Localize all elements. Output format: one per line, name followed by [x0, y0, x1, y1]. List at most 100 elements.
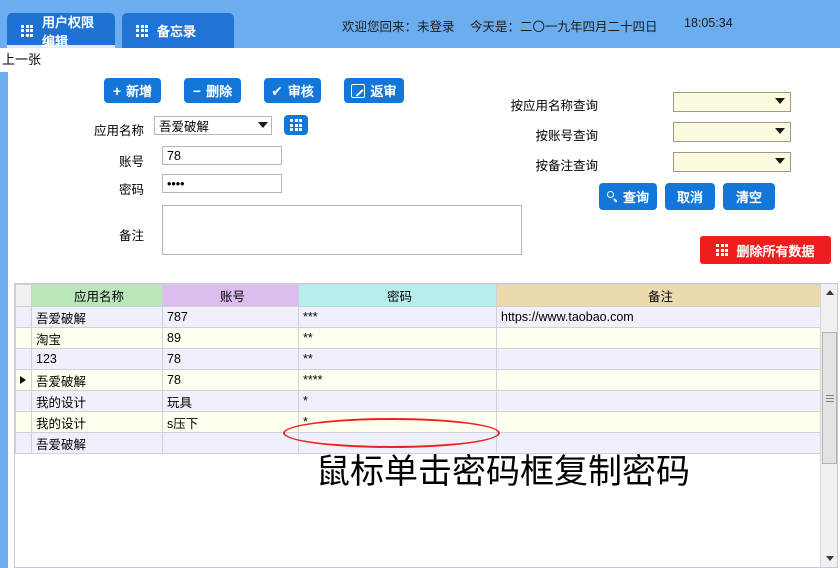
table-row[interactable]: 吾爱破解 787 *** https://www.taobao.com	[15, 306, 821, 328]
cell-memo[interactable]	[496, 327, 821, 349]
edit-pencil-icon	[351, 83, 366, 98]
column-header-memo[interactable]: 备注	[496, 284, 821, 307]
delete-all-data-button[interactable]: 删除所有数据	[700, 236, 831, 264]
welcome-text: 欢迎您回来：未登录	[342, 20, 455, 34]
column-header-password[interactable]: 密码	[298, 284, 497, 307]
clear-button[interactable]: 清空	[723, 183, 775, 210]
cell-account[interactable]: 玩具	[162, 390, 299, 412]
column-header-app-name[interactable]: 应用名称	[31, 284, 163, 307]
row-marker-cell	[15, 348, 32, 370]
add-button[interactable]: + 新增	[104, 78, 161, 103]
memo-label: 备注	[118, 229, 144, 243]
query-by-account-select[interactable]	[673, 122, 791, 142]
cell-account[interactable]: 78	[162, 348, 299, 370]
password-label: 密码	[118, 183, 144, 197]
cell-app[interactable]: 我的设计	[31, 390, 163, 412]
row-marker-cell	[15, 390, 32, 412]
table-row[interactable]: 淘宝 89 **	[15, 327, 821, 349]
cell-app[interactable]: 123	[31, 348, 163, 370]
cell-memo[interactable]	[496, 369, 821, 391]
password-input[interactable]	[162, 174, 282, 193]
vertical-scrollbar[interactable]	[820, 284, 837, 567]
tab-memo[interactable]: 备忘录	[122, 13, 234, 48]
cell-memo[interactable]	[496, 348, 821, 370]
cell-password[interactable]: *	[298, 411, 497, 433]
cell-app[interactable]: 淘宝	[31, 327, 163, 349]
check-icon: ✔	[271, 82, 283, 99]
cell-memo[interactable]	[496, 390, 821, 412]
plus-icon: +	[112, 82, 122, 99]
row-marker-cell	[15, 432, 32, 454]
search-button[interactable]: 查询	[599, 183, 657, 210]
query-by-account-label: 按账号查询	[535, 129, 598, 143]
unaudit-button[interactable]: 返审	[344, 78, 404, 103]
column-header-marker[interactable]	[15, 284, 32, 307]
account-input[interactable]	[162, 146, 282, 165]
data-grid: 应用名称 账号 密码 备注 吾爱破解 787 *** https://www.taob…	[14, 283, 838, 568]
app-name-label: 应用名称	[93, 124, 144, 138]
table-row[interactable]: 吾爱破解 78 ****	[15, 369, 821, 391]
data-grid-body: 吾爱破解 787 *** https://www.taobao.com 淘宝 89 ** 12…	[15, 306, 821, 454]
clear-button-label: 清空	[735, 190, 762, 205]
app-name-select[interactable]	[154, 116, 272, 135]
account-label: 账号	[118, 155, 144, 169]
today-date-text: 今天是：二〇一九年四月二十四日	[470, 20, 658, 34]
cell-password[interactable]: **	[298, 348, 497, 370]
delete-button-label: 删除	[206, 84, 233, 99]
grid-icon	[290, 119, 302, 131]
top-bar: 用户权限编辑 备忘录 欢迎您回来：未登录 今天是：二〇一九年四月二十四日 18:…	[0, 0, 840, 49]
cell-account[interactable]: 78	[162, 369, 299, 391]
cancel-button-label: 取消	[676, 190, 703, 205]
cell-account[interactable]: 787	[162, 306, 299, 328]
cell-password[interactable]: ***	[298, 306, 497, 328]
cell-memo[interactable]	[496, 432, 821, 454]
tab-user-permission-edit[interactable]: 用户权限编辑	[7, 13, 115, 49]
unaudit-button-label: 返审	[370, 84, 397, 99]
app-picker-button[interactable]	[284, 115, 308, 135]
cell-account[interactable]	[162, 432, 299, 454]
cell-memo[interactable]: https://www.taobao.com	[496, 306, 821, 328]
row-marker-cell	[15, 327, 32, 349]
content-panel: 上一张 + 新增 − 删除 ✔ 审核 返审 应用名称 账号 密码 备注	[0, 48, 840, 568]
cell-app[interactable]: 吾爱破解	[31, 306, 163, 328]
cell-memo[interactable]	[496, 411, 821, 433]
triangle-up-icon	[825, 290, 834, 295]
cell-app[interactable]: 吾爱破解	[31, 369, 163, 391]
cell-app[interactable]: 吾爱破解	[31, 432, 163, 454]
cell-account[interactable]: s压下	[162, 411, 299, 433]
audit-button[interactable]: ✔ 审核	[264, 78, 321, 103]
search-button-label: 查询	[622, 190, 649, 205]
query-by-memo-label: 按备注查询	[535, 159, 598, 173]
previous-record-label[interactable]: 上一张	[0, 48, 180, 72]
scrollbar-thumb[interactable]	[822, 332, 837, 464]
table-row[interactable]: 123 78 **	[15, 348, 821, 370]
add-button-label: 新增	[126, 84, 153, 99]
memo-textarea[interactable]	[162, 205, 522, 255]
data-grid-header: 应用名称 账号 密码 备注	[15, 284, 821, 307]
application-window: 用户权限编辑 备忘录 欢迎您回来：未登录 今天是：二〇一九年四月二十四日 18:…	[0, 0, 840, 568]
scroll-up-button[interactable]	[821, 284, 837, 301]
cell-password[interactable]: ****	[298, 369, 497, 391]
cell-password[interactable]	[298, 432, 497, 454]
minus-icon: −	[192, 82, 202, 99]
table-row[interactable]: 我的设计 玩具 *	[15, 390, 821, 412]
tab-label: 用户权限编辑	[42, 14, 95, 49]
grid-icon	[716, 244, 729, 256]
cell-password[interactable]: *	[298, 390, 497, 412]
delete-button[interactable]: − 删除	[184, 78, 241, 103]
row-selected-marker-icon	[20, 376, 26, 384]
tab-label: 备忘录	[157, 24, 197, 39]
cell-app[interactable]: 我的设计	[31, 411, 163, 433]
table-row[interactable]: 我的设计 s压下 *	[15, 411, 821, 433]
query-by-app-select[interactable]	[673, 92, 791, 112]
cell-account[interactable]: 89	[162, 327, 299, 349]
table-row[interactable]: 吾爱破解	[15, 432, 821, 454]
query-by-memo-select[interactable]	[673, 152, 791, 172]
column-header-account[interactable]: 账号	[162, 284, 299, 307]
audit-button-label: 审核	[287, 84, 314, 99]
cell-password[interactable]: **	[298, 327, 497, 349]
header-row: 应用名称 账号 密码 备注	[15, 284, 821, 307]
cancel-button[interactable]: 取消	[665, 183, 715, 210]
query-by-app-label: 按应用名称查询	[510, 99, 598, 113]
scroll-down-button[interactable]	[821, 550, 837, 567]
